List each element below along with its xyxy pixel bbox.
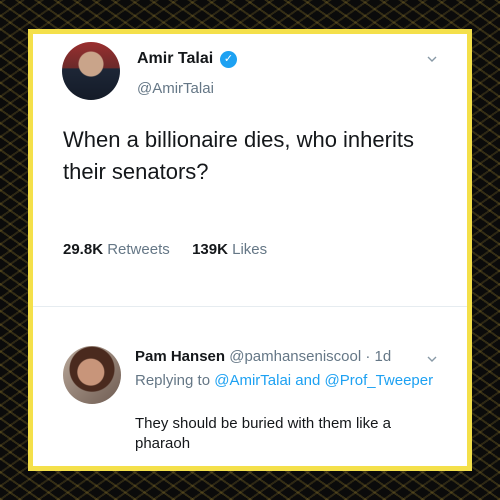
avatar[interactable] [62, 42, 120, 100]
divider [33, 306, 467, 307]
replying-prefix: Replying to [135, 372, 211, 389]
reply-author-name[interactable]: Pam Hansen [135, 348, 225, 365]
likes-label[interactable]: Likes [232, 241, 267, 258]
replying-and[interactable]: and [295, 372, 320, 389]
author-name[interactable]: Amir Talai [137, 50, 213, 68]
main-tweet[interactable]: Amir Talai ✓ @AmirTalai When a billionai… [33, 34, 467, 289]
reply-header: Pam Hansen @pamhanseniscool · 1d [135, 348, 391, 365]
reply-text: They should be buried with them like a p… [135, 415, 391, 452]
reply-author-handle[interactable]: @pamhanseniscool [229, 348, 361, 365]
tweet-stats: 29.8K Retweets 139K Likes [63, 241, 267, 258]
retweets-count[interactable]: 29.8K [63, 241, 103, 258]
mention-prof-tweeper[interactable]: @Prof_Tweeper [325, 372, 434, 389]
likes-count[interactable]: 139K [192, 241, 228, 258]
retweets-label[interactable]: Retweets [107, 241, 170, 258]
chevron-down-icon[interactable] [427, 54, 437, 64]
reply-timestamp[interactable]: · 1d [365, 348, 391, 365]
reply-avatar[interactable] [63, 346, 121, 404]
tweet-text: When a billionaire dies, who inherits th… [63, 127, 414, 184]
chevron-down-icon[interactable] [427, 354, 437, 364]
tweet-card-frame: Amir Talai ✓ @AmirTalai When a billionai… [28, 29, 472, 471]
replying-to: Replying to @AmirTalai and @Prof_Tweeper [135, 371, 435, 391]
verified-badge-icon: ✓ [220, 51, 237, 68]
author-handle[interactable]: @AmirTalai [137, 80, 214, 97]
mention-amirtalai[interactable]: @AmirTalai [214, 372, 291, 389]
